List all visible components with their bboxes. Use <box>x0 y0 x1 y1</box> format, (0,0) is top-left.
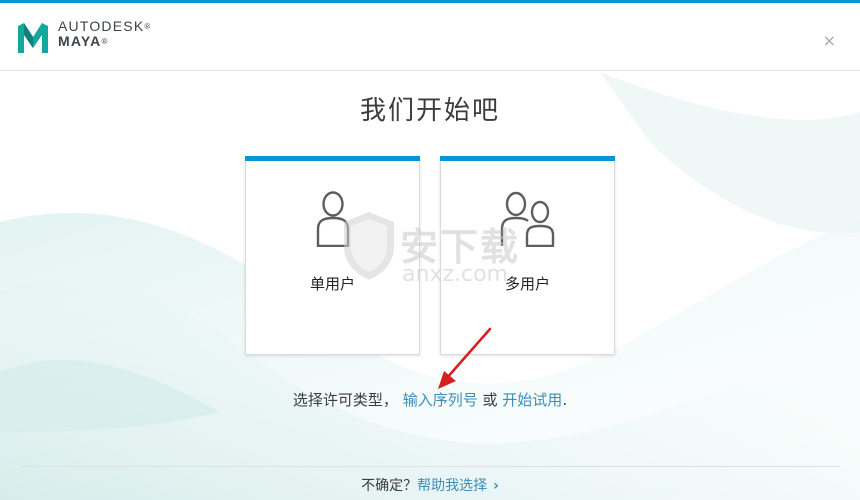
unsure-text: 不确定？ <box>361 478 418 494</box>
card-accent-bar <box>440 156 615 161</box>
brand-line2: MAYA <box>58 33 102 49</box>
start-trial-link[interactable]: 开始试用 <box>502 391 562 409</box>
page-title: 我们开始吧 <box>359 96 500 126</box>
annotation-arrow <box>438 327 492 389</box>
chevron-right-icon[interactable]: › <box>493 478 499 494</box>
brand-wordmark: AUTODESK® MAYA® <box>58 19 151 49</box>
maya-logo-icon <box>18 23 48 53</box>
brand-trademark-2: ® <box>101 37 109 46</box>
brand-trademark: ® <box>144 22 152 31</box>
enter-serial-link[interactable]: 输入序列号 <box>403 391 478 409</box>
help-me-choose-link[interactable]: 帮助我选择 <box>417 478 487 494</box>
sentence-end: . <box>562 391 568 409</box>
watermark-en: anxz.com <box>402 262 508 287</box>
or-text: 或 <box>482 391 498 409</box>
footer: 不确定？帮助我选择 › <box>0 475 860 495</box>
header: AUTODESK® MAYA® × <box>0 3 860 71</box>
brand-line1: AUTODESK <box>58 18 145 34</box>
close-button[interactable]: × <box>823 33 836 49</box>
shield-icon <box>344 212 394 280</box>
footer-divider <box>20 466 840 467</box>
watermark: 安下载 anxz.com <box>338 210 548 290</box>
license-prompt: 选择许可类型， <box>292 391 398 409</box>
card-accent-bar <box>245 156 420 161</box>
license-type-line: 选择许可类型， 输入序列号 或 开始试用. <box>0 389 860 410</box>
